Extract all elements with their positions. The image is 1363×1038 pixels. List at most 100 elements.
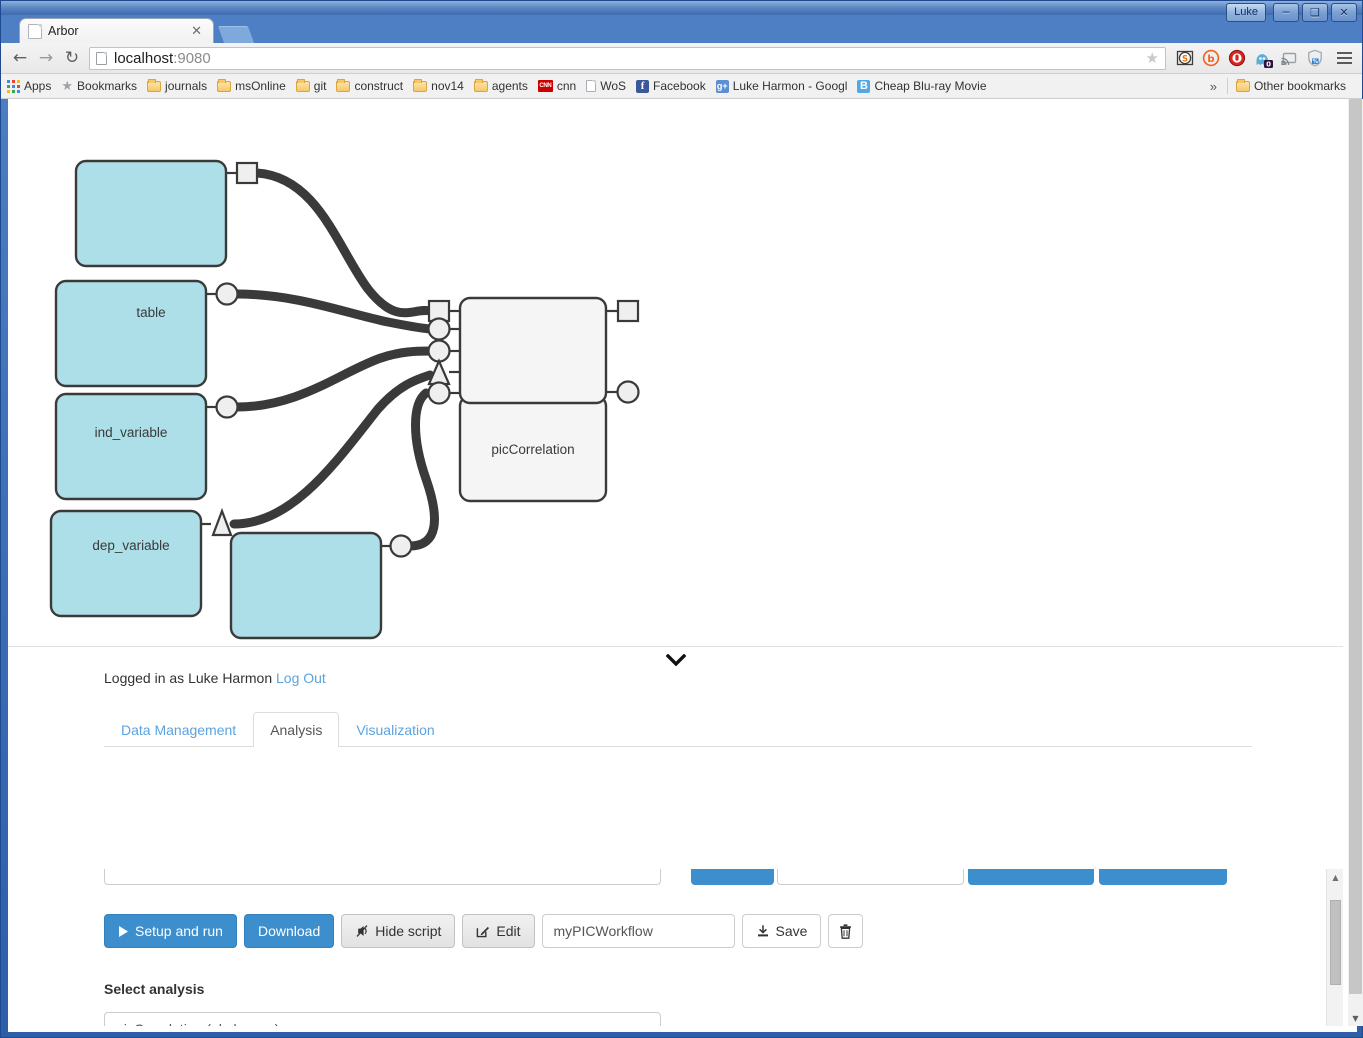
ghostery-icon[interactable]: 0 [1251, 46, 1275, 70]
address-bar-url: localhost:9080 [114, 50, 1142, 67]
new-tab-button[interactable] [217, 26, 255, 43]
reload-button[interactable]: ↻ [59, 45, 85, 71]
hide-script-label: Hide script [375, 923, 442, 939]
hide-script-button[interactable]: Hide script [341, 914, 456, 948]
select-analysis-dropdown[interactable]: picCorrelation (phylogeny) ▾ [104, 1012, 661, 1026]
folder-icon [336, 78, 351, 92]
workflow-node-plotPICs [229, 531, 413, 640]
svg-text:%: % [1313, 59, 1319, 65]
page-content: .edge { fill:none; stroke:#3a3a3a; strok… [8, 99, 1357, 1026]
bookmark-apps[interactable]: Apps [7, 79, 51, 93]
clipped-button-3[interactable] [1099, 869, 1227, 885]
apps-grid-icon [7, 79, 20, 93]
bookmark-msonline[interactable]: msOnline [217, 78, 286, 93]
bookmarks-bar: Apps ★ Bookmarks journals msOnline git c… [1, 74, 1362, 99]
bookmark-other-bookmarks[interactable]: Other bookmarks [1235, 78, 1346, 93]
clipped-button-1[interactable] [691, 869, 774, 885]
select-analysis-label: Select analysis [104, 981, 205, 997]
clipped-input-1[interactable] [104, 869, 661, 885]
bookmark-cnn[interactable]: CNN cnn [537, 79, 577, 93]
bookmark-cheap-bluray-movie[interactable]: B Cheap Blu-ray Movie [857, 79, 987, 93]
bookmark-git[interactable]: git [295, 78, 326, 93]
cast-icon[interactable] [1277, 46, 1301, 70]
download-button[interactable]: Download [243, 914, 335, 948]
folder-icon [473, 78, 488, 92]
login-status-text: Logged in as Luke Harmon [104, 670, 273, 686]
pencil-square-icon [477, 926, 490, 938]
gplus-favicon: g+ [715, 79, 729, 93]
browser-toolbar: ← → ↻ localhost:9080 ★ S b 0 % [1, 43, 1362, 74]
bookmark-label: msOnline [235, 79, 286, 93]
bookmark-label: Luke Harmon - Googl [732, 79, 848, 93]
bookmark-nov14[interactable]: nov14 [413, 78, 464, 93]
bookmark-journals[interactable]: journals [147, 78, 208, 93]
bookmark-bookmarks[interactable]: ★ Bookmarks [61, 79, 137, 94]
edit-button[interactable]: Edit [462, 914, 535, 948]
save-label: Save [775, 923, 808, 939]
back-button[interactable]: ← [7, 45, 33, 71]
bookmarks-separator [1226, 78, 1228, 94]
tab-data-management[interactable]: Data Management [104, 712, 253, 747]
tab-favicon-icon [28, 23, 42, 39]
bookmark-label: journals [165, 79, 208, 93]
skitch-icon[interactable]: S [1173, 46, 1197, 70]
setup-and-run-button[interactable]: Setup and run [104, 914, 237, 948]
workflow-node-dep_variable [54, 392, 239, 501]
workflow-canvas[interactable]: .edge { fill:none; stroke:#3a3a3a; strok… [8, 99, 1343, 647]
folder-icon [1235, 78, 1250, 92]
bookmark-luke-harmon-google[interactable]: g+ Luke Harmon - Googl [715, 79, 848, 93]
scroll-thumb[interactable] [1330, 900, 1341, 985]
url-host: localhost [114, 49, 174, 67]
port-circle-input-3 [427, 381, 451, 405]
app-tabs: Data Management Analysis Visualization [104, 712, 1252, 747]
page-scroll-thumb[interactable] [1349, 99, 1362, 994]
bookmark-label: cnn [556, 79, 577, 93]
workflow-node-ind_variable [54, 279, 239, 388]
cnn-favicon: CNN [537, 80, 553, 92]
trash-icon [840, 923, 852, 939]
svg-text:b: b [1207, 54, 1214, 65]
page-scroll-down-arrow[interactable]: ▼ [1348, 1011, 1363, 1026]
bookmark-construct[interactable]: construct [336, 78, 403, 93]
page-bottom-strip [8, 1026, 1357, 1032]
bitly-icon[interactable]: b [1199, 46, 1223, 70]
bookmark-label: Other bookmarks [1253, 79, 1346, 93]
chrome-menu-icon[interactable] [1332, 46, 1356, 70]
browser-tab-arbor[interactable]: Arbor ✕ [19, 18, 214, 43]
clipped-input-2[interactable] [777, 869, 964, 885]
analysis-vertical-scrollbar[interactable]: ▲ ▼ [1326, 869, 1343, 1026]
scroll-up-arrow[interactable]: ▲ [1327, 869, 1344, 886]
bookmark-label: Facebook [653, 79, 706, 93]
workflow-name-input[interactable]: myPICWorkflow [541, 914, 735, 948]
blu-favicon: B [857, 79, 871, 93]
workflow-node-tree [49, 507, 233, 618]
browser-window: Luke ─ ❑ ✕ Arbor ✕ ← → ↻ localhost:9080 … [0, 0, 1363, 1038]
edit-label: Edit [496, 923, 521, 939]
address-bar[interactable]: localhost:9080 ★ [89, 46, 1166, 70]
bookmark-star-icon[interactable]: ★ [1146, 49, 1159, 67]
bookmark-facebook[interactable]: f Facebook [636, 79, 706, 93]
app-panel: Logged in as Luke Harmon Log Out Data Ma… [8, 654, 1343, 1026]
clipped-button-2[interactable] [968, 869, 1094, 885]
folder-icon [295, 78, 310, 92]
delete-workflow-button[interactable] [828, 914, 864, 948]
bookmark-wos[interactable]: WoS [586, 79, 626, 93]
lastpass-icon[interactable]: % [1303, 46, 1327, 70]
clipped-controls-row [104, 869, 1227, 885]
forward-button[interactable]: → [33, 45, 59, 71]
window-titlebar: Luke ─ ❑ ✕ [1, 1, 1362, 22]
page-vertical-scrollbar[interactable]: ▼ [1348, 99, 1363, 1026]
workflow-node-table [74, 159, 259, 268]
page-info-icon [96, 51, 107, 65]
bookmark-label: WoS [600, 79, 627, 93]
adblock-icon[interactable] [1225, 46, 1249, 70]
save-button[interactable]: Save [741, 914, 822, 948]
tab-analysis[interactable]: Analysis [253, 712, 340, 747]
workflow-node-picCorrelation [427, 296, 640, 503]
tab-visualization[interactable]: Visualization [339, 712, 451, 747]
bookmark-agents[interactable]: agents [473, 78, 528, 93]
bookmarks-overflow-button[interactable]: » [1200, 79, 1227, 94]
tab-close-icon[interactable]: ✕ [188, 25, 205, 38]
port-circle [389, 534, 413, 558]
logout-link[interactable]: Log Out [276, 670, 326, 686]
